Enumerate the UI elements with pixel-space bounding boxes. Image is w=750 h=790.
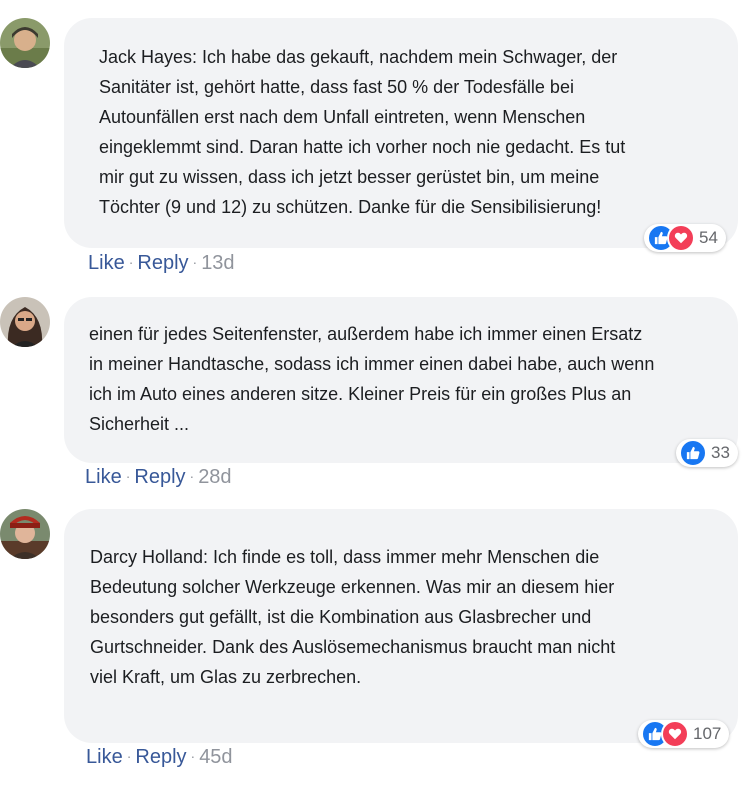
comment-text-line: Sicherheit ...: [89, 414, 190, 434]
love-reaction-icon: [661, 720, 689, 748]
avatar[interactable]: [0, 18, 50, 68]
separator-dot: ·: [125, 468, 131, 484]
separator-dot: ·: [126, 748, 132, 764]
comment-actions: Like · Reply · 13d: [88, 252, 235, 275]
comment-text-line: eingeklemmt sind. Daran hatte ich vorher…: [99, 137, 626, 157]
comment-text-line: Autounfällen erst nach dem Unfall eintre…: [99, 107, 586, 127]
separator-dot: ·: [190, 748, 196, 764]
comment-actions: Like · Reply · 28d: [85, 466, 232, 489]
comment-actions: Like · Reply · 45d: [86, 746, 233, 769]
avatar[interactable]: [0, 297, 50, 347]
comment-text-line: mir gut zu wissen, dass ich jetzt besser…: [99, 167, 600, 187]
comment-bubble: Darcy Holland: Ich finde es toll, dass i…: [64, 509, 738, 743]
comment-text-line: Darcy Holland: Ich finde es toll, dass i…: [90, 547, 600, 567]
separator-dot: ·: [189, 468, 195, 484]
comment-text-line: Sanitäter ist, gehört hatte, dass fast 5…: [99, 77, 574, 97]
reaction-count: 54: [699, 228, 718, 247]
comment-text-line: Jack Hayes: Ich habe das gekauft, nachde…: [99, 47, 618, 67]
reaction-count: 33: [711, 443, 730, 462]
comment-bubble: Jack Hayes: Ich habe das gekauft, nachde…: [64, 18, 738, 248]
comment-text-line: viel Kraft, um Glas zu zerbrechen.: [90, 667, 362, 687]
reaction-summary[interactable]: 54: [644, 224, 726, 252]
like-link[interactable]: Like: [85, 466, 122, 488]
love-reaction-icon: [667, 224, 695, 252]
comment-text-line: ich im Auto eines anderen sitze. Kleiner…: [89, 384, 632, 404]
comment-text-line: Gurtschneider. Dank des Auslösemechanism…: [90, 637, 616, 657]
reaction-summary[interactable]: 33: [676, 439, 738, 467]
comment-bubble: einen für jedes Seitenfenster, außerdem …: [64, 297, 738, 463]
separator-dot: ·: [192, 254, 198, 270]
reply-link[interactable]: Reply: [135, 746, 186, 768]
timestamp[interactable]: 28d: [198, 466, 231, 488]
reaction-count: 107: [693, 724, 722, 743]
timestamp[interactable]: 13d: [201, 252, 234, 274]
timestamp[interactable]: 45d: [199, 746, 232, 768]
avatar[interactable]: [0, 509, 50, 559]
reply-link[interactable]: Reply: [137, 252, 188, 274]
comment-text-line: einen für jedes Seitenfenster, außerdem …: [89, 324, 643, 344]
comment-text-line: Bedeutung solcher Werkzeuge erkennen. Wa…: [90, 577, 615, 597]
reaction-summary[interactable]: 107: [638, 720, 730, 748]
like-link[interactable]: Like: [86, 746, 123, 768]
comment-text-line: in meiner Handtasche, sodass ich immer e…: [89, 354, 655, 374]
comment-text-line: Töchter (9 und 12) zu schützen. Danke fü…: [99, 197, 602, 217]
reply-link[interactable]: Reply: [134, 466, 185, 488]
separator-dot: ·: [128, 254, 134, 270]
like-link[interactable]: Like: [88, 252, 125, 274]
like-reaction-icon: [679, 439, 707, 467]
comment-text-line: besonders gut gefällt, ist die Kombinati…: [90, 607, 592, 627]
